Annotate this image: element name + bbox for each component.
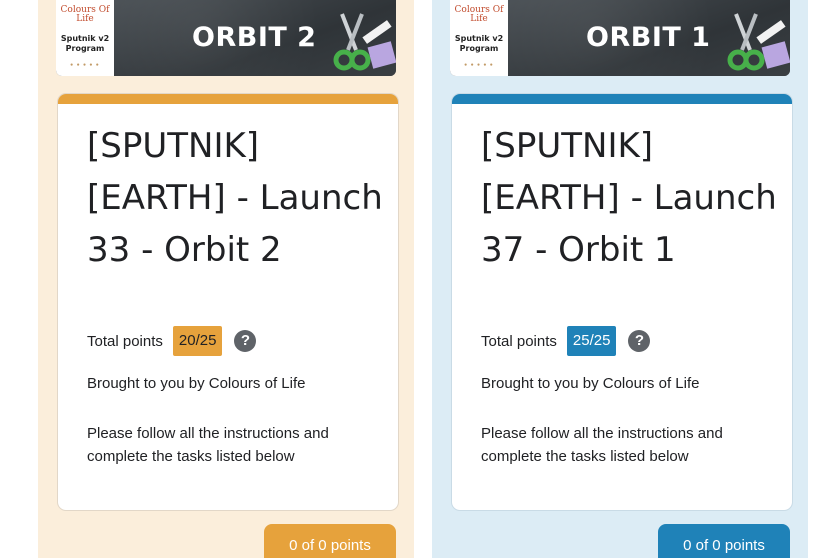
help-icon[interactable]: ? (628, 330, 651, 352)
header-banner: Colours Of Life Sputnik v2 Program ● ● ●… (56, 0, 396, 76)
brought-by-text: Brought to you by Colours of Life (87, 375, 306, 392)
form-panel-left: Colours Of Life Sputnik v2 Program ● ● ●… (38, 0, 414, 558)
brought-by-text: Brought to you by Colours of Life (481, 375, 700, 392)
program-label: Sputnik v2 Program (60, 34, 110, 53)
total-points-row: Total points 20/25 ? (87, 326, 257, 356)
total-points-row: Total points 25/25 ? (481, 326, 651, 356)
score-button[interactable]: 0 of 0 points (264, 524, 396, 558)
card-accent-bar (452, 94, 792, 104)
score-button[interactable]: 0 of 0 points (658, 524, 790, 558)
chalkboard-background: ORBIT 1 (508, 0, 790, 76)
instructions-text: Please follow all the instructions and c… (481, 425, 723, 465)
form-title: [SPUTNIK] [EARTH] - Launch 37 - Orbit 1 (481, 126, 777, 270)
colours-of-life-logo: Colours Of Life Sputnik v2 Program ● ● ●… (450, 0, 508, 76)
banner-title: ORBIT 2 (192, 22, 317, 53)
help-icon[interactable]: ? (234, 330, 257, 352)
logo-wordmark: Colours Of Life (60, 5, 110, 24)
form-header-card: [SPUTNIK] [EARTH] - Launch 37 - Orbit 1 … (452, 94, 792, 510)
total-points-label: Total points (481, 332, 557, 350)
points-badge: 20/25 (172, 326, 223, 356)
program-label: Sputnik v2 Program (454, 34, 504, 53)
card-accent-bar (58, 94, 398, 104)
form-panel-right: Colours Of Life Sputnik v2 Program ● ● ●… (432, 0, 808, 558)
form-title: [SPUTNIK] [EARTH] - Launch 33 - Orbit 2 (87, 126, 383, 270)
instructions-text: Please follow all the instructions and c… (87, 425, 329, 465)
craft-supplies-icon (756, 20, 790, 69)
total-points-label: Total points (87, 332, 163, 350)
points-badge: 25/25 (566, 326, 617, 356)
craft-supplies-icon (362, 20, 396, 69)
banner-title: ORBIT 1 (586, 22, 711, 53)
header-banner: Colours Of Life Sputnik v2 Program ● ● ●… (450, 0, 790, 76)
chalkboard-background: ORBIT 2 (114, 0, 396, 76)
logo-wordmark: Colours Of Life (454, 5, 504, 24)
colours-of-life-logo: Colours Of Life Sputnik v2 Program ● ● ●… (56, 0, 114, 76)
form-header-card: [SPUTNIK] [EARTH] - Launch 33 - Orbit 2 … (58, 94, 398, 510)
